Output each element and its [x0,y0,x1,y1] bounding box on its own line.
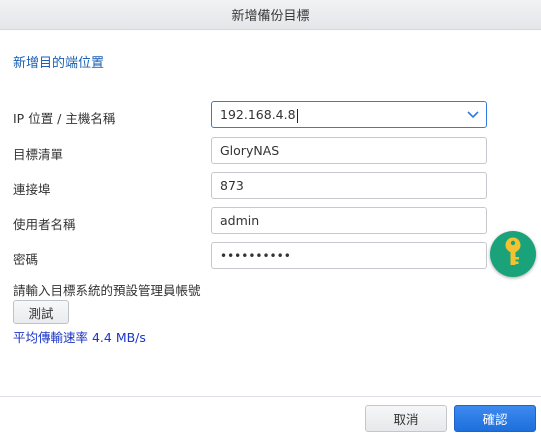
confirm-button[interactable]: 確認 [454,405,536,432]
key-icon [503,236,523,272]
cancel-button[interactable]: 取消 [365,405,447,432]
target-list-label: 目標清單 [13,147,64,162]
transfer-rate-text: 平均傳輸速率 4.4 MB/s [13,330,146,345]
target-list-field[interactable]: GloryNAS [211,137,487,164]
test-button[interactable]: 測試 [13,300,69,324]
key-button[interactable] [490,231,536,277]
ip-host-combobox[interactable]: 192.168.4.8 [211,101,487,128]
text-caret [296,108,298,123]
dialog-titlebar: 新增備份目標 [0,0,541,30]
dialog-title: 新增備份目標 [231,9,310,24]
ip-value: 192.168.4.8 [220,107,296,122]
username-field[interactable]: admin [211,207,487,234]
username-label: 使用者名稱 [13,217,76,232]
ip-label: IP 位置 / 主機名稱 [13,111,116,126]
admin-account-hint: 請輸入目標系統的預設管理員帳號 [13,283,201,298]
username-value: admin [220,213,260,228]
section-title: 新增目的端位置 [13,56,105,71]
password-field[interactable]: •••••••••• [211,242,487,269]
password-label: 密碼 [13,252,39,267]
footer-divider [0,396,541,397]
password-value: •••••••••• [220,249,291,263]
target-list-value: GloryNAS [220,143,280,158]
chevron-down-icon[interactable] [466,108,480,122]
port-field[interactable]: 873 [211,172,487,199]
port-label: 連接埠 [13,182,51,197]
port-value: 873 [220,178,244,193]
